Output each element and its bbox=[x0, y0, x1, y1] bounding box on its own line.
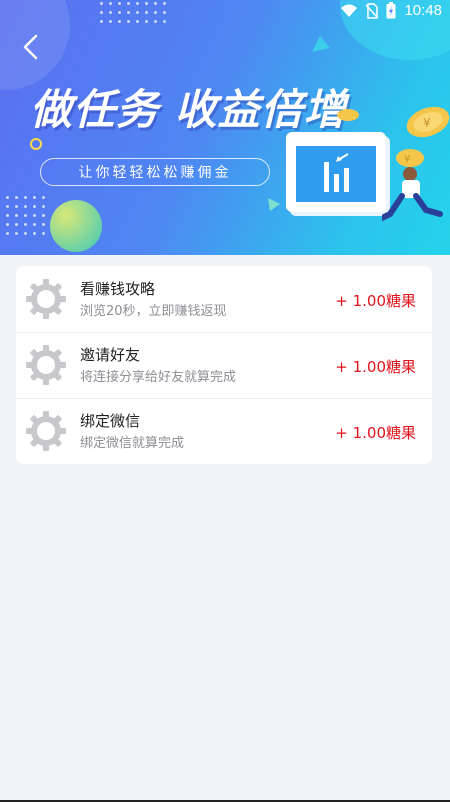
coin-icon: ¥ bbox=[406, 106, 450, 138]
person-illustration: ¥ bbox=[382, 149, 443, 221]
task-title: 邀请好友 bbox=[80, 346, 141, 364]
task-reward: + 1.00糖果 bbox=[335, 292, 416, 310]
no-sim-icon bbox=[366, 2, 379, 19]
decor-circle bbox=[50, 200, 102, 252]
decor-dots bbox=[6, 196, 45, 235]
status-time: 10:48 bbox=[404, 2, 442, 19]
coin-icon bbox=[337, 109, 359, 121]
task-description: 将连接分享给好友就算完成 bbox=[80, 370, 237, 385]
gear-icon bbox=[26, 345, 66, 385]
task-row-invite-friends[interactable]: 邀请好友 将连接分享给好友就算完成 + 1.00糖果 bbox=[16, 332, 432, 398]
task-description: 绑定微信就算完成 bbox=[80, 436, 185, 451]
task-title: 看赚钱攻略 bbox=[80, 280, 156, 298]
svg-text:¥: ¥ bbox=[423, 116, 431, 130]
status-bar: 10:48 bbox=[0, 0, 450, 24]
chevron-left-icon bbox=[23, 34, 38, 60]
battery-charging-icon bbox=[386, 2, 396, 19]
task-row-bind-wechat[interactable]: 绑定微信 绑定微信就算完成 + 1.00糖果 bbox=[16, 398, 432, 464]
wifi-icon bbox=[341, 4, 358, 17]
task-row-read-guide[interactable]: 看赚钱攻略 浏览20秒，立即赚钱返现 + 1.00糖果 bbox=[16, 266, 432, 332]
task-description: 浏览20秒，立即赚钱返现 bbox=[80, 304, 227, 319]
decor-triangle bbox=[268, 198, 280, 211]
task-title: 绑定微信 bbox=[80, 412, 141, 430]
gear-icon bbox=[26, 279, 66, 319]
task-reward: + 1.00糖果 bbox=[335, 358, 416, 376]
page-title: 做任务 收益倍增 bbox=[30, 85, 347, 134]
svg-text:¥: ¥ bbox=[404, 154, 410, 165]
page-subtitle: 让你轻轻松松赚佣金 bbox=[40, 158, 270, 186]
decor-ring bbox=[30, 138, 42, 150]
decor-triangle bbox=[312, 36, 330, 52]
task-list: 看赚钱攻略 浏览20秒，立即赚钱返现 + 1.00糖果 邀请好友 将连接分享给好… bbox=[16, 266, 432, 464]
back-button[interactable] bbox=[14, 30, 48, 64]
monitor-illustration bbox=[286, 132, 390, 216]
gear-icon bbox=[26, 411, 66, 451]
hero-banner: 10:48 做任务 收益倍增 让你轻轻松松赚佣金 ¥ ¥ bbox=[0, 0, 450, 255]
task-reward: + 1.00糖果 bbox=[335, 424, 416, 442]
